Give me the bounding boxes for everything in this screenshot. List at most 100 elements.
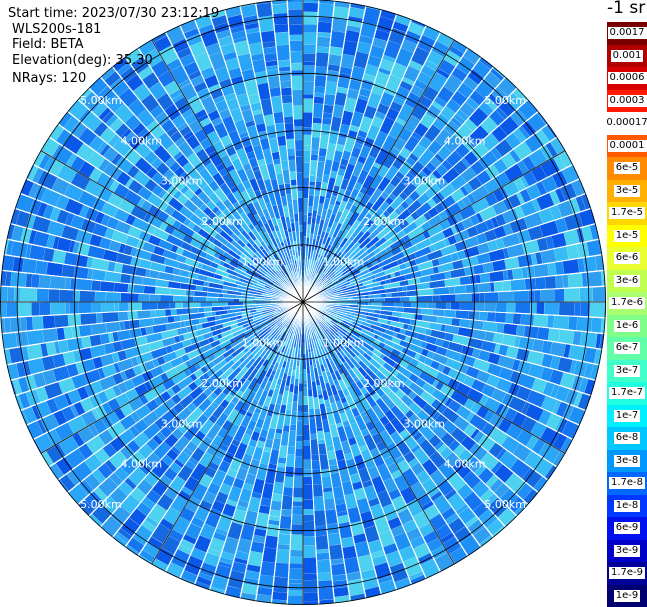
colorbar-tick-label: 1e-5 — [613, 229, 641, 242]
range-gate-cell — [331, 563, 346, 576]
range-gate-cell — [247, 550, 263, 567]
range-gate-cell — [105, 292, 121, 302]
range-gate-cell — [416, 295, 433, 302]
range-gate-cell — [287, 0, 303, 3]
range-gate-cell — [276, 549, 290, 564]
range-gate-cell — [568, 316, 578, 331]
colorbar-tick-label: 1e-7 — [613, 409, 641, 422]
range-gate-cell — [558, 329, 575, 345]
range-gate-cell — [309, 175, 316, 182]
range-gate-cell — [303, 412, 310, 425]
range-gate-cell — [293, 105, 303, 120]
range-gate-cell — [279, 515, 292, 529]
range-gate-cell — [124, 320, 131, 330]
range-gate-cell — [454, 285, 467, 294]
range-gate-cell — [325, 81, 338, 96]
range-gate-cell — [5, 271, 12, 287]
range-gate-cell — [432, 295, 440, 302]
range-gate-cell — [286, 138, 295, 149]
range-gate-cell — [175, 302, 183, 309]
range-gate-cell — [298, 383, 303, 392]
range-gate-cell — [553, 315, 570, 330]
range-gate-cell — [141, 302, 158, 311]
range-gate-cell — [287, 2, 303, 10]
range-gate-cell — [439, 294, 456, 302]
range-gate-cell — [100, 281, 115, 292]
range-gate-cell — [386, 292, 392, 298]
range-gate-cell — [281, 495, 293, 510]
range-gate-cell — [318, 147, 327, 157]
range-gate-cell — [303, 127, 312, 135]
range-gate-cell — [451, 318, 461, 327]
range-gate-cell — [342, 40, 358, 56]
range-gate-cell — [52, 249, 67, 264]
range-gate-cell — [443, 309, 456, 318]
range-gate-cell — [314, 190, 321, 196]
range-gate-cell — [554, 246, 569, 262]
range-gate-cell — [303, 44, 316, 54]
range-gate-cell — [26, 344, 43, 360]
range-gate-cell — [160, 294, 174, 302]
range-gate-cell — [494, 312, 506, 323]
range-gate-cell — [321, 468, 331, 477]
range-gate-cell — [303, 499, 314, 510]
range-gate-cell — [114, 302, 119, 312]
range-gate-cell — [554, 288, 565, 302]
range-gate-cell — [131, 293, 139, 302]
start-time-text: Start time: 2023/07/30 23:12:19 — [8, 6, 220, 21]
range-gate-cell — [133, 284, 145, 294]
range-gate-cell — [323, 491, 334, 500]
range-ring-label: 3.00km — [403, 417, 445, 430]
range-gate-cell — [474, 302, 485, 312]
range-gate-cell — [287, 148, 295, 156]
range-gate-cell — [308, 408, 315, 415]
range-gate-cell — [554, 261, 565, 275]
range-gate-cell — [283, 116, 294, 124]
range-gate-cell — [188, 296, 194, 302]
range-gate-cell — [327, 532, 341, 546]
range-gate-cell — [285, 466, 294, 478]
range-gate-cell — [324, 498, 336, 511]
range-ring-label: 2.00km — [363, 377, 405, 390]
range-gate-cell — [288, 579, 303, 584]
range-gate-cell — [282, 425, 290, 433]
range-gate-cell — [303, 476, 313, 485]
range-gate-cell — [42, 315, 56, 329]
range-gate-cell — [314, 75, 327, 88]
range-gate-cell — [278, 59, 291, 68]
colorbar-cell: 1.7e-8 — [607, 472, 647, 495]
range-gate-cell — [296, 172, 303, 186]
range-gate-cell — [303, 520, 315, 531]
range-gate-cell — [484, 292, 499, 302]
range-gate-cell — [326, 70, 339, 83]
range-gate-cell — [455, 293, 472, 302]
range-gate-cell — [294, 126, 303, 141]
field-text: Field: BETA — [12, 37, 84, 52]
range-gate-cell — [246, 31, 262, 45]
range-gate-cell — [65, 302, 70, 314]
range-gate-cell — [328, 458, 338, 466]
range-gate-cell — [297, 185, 303, 192]
range-gate-cell — [283, 487, 293, 497]
range-ring-label: 3.00km — [403, 175, 445, 188]
range-gate-cell — [165, 309, 172, 317]
range-gate-cell — [10, 241, 28, 258]
range-gate-cell — [314, 510, 326, 527]
range-gate-cell — [309, 181, 316, 186]
range-gate-cell — [290, 534, 303, 551]
range-gate-cell — [294, 456, 303, 468]
range-gate-cell — [281, 509, 292, 517]
range-ring-label: 5.00km — [484, 498, 526, 511]
colorbar-tick-label: 6e-8 — [613, 432, 641, 445]
colorbar-cell: 6e-6 — [607, 247, 647, 270]
range-gate-cell — [342, 545, 357, 560]
range-gate-cell — [260, 561, 275, 577]
range-gate-cell — [7, 287, 15, 302]
range-gate-cell — [526, 265, 536, 278]
range-gate-cell — [341, 536, 355, 548]
range-gate-cell — [273, 481, 284, 495]
range-gate-cell — [311, 454, 320, 461]
range-ring-label: 5.00km — [80, 94, 122, 107]
range-gate-cell — [272, 493, 283, 502]
range-gate-cell — [113, 282, 129, 293]
